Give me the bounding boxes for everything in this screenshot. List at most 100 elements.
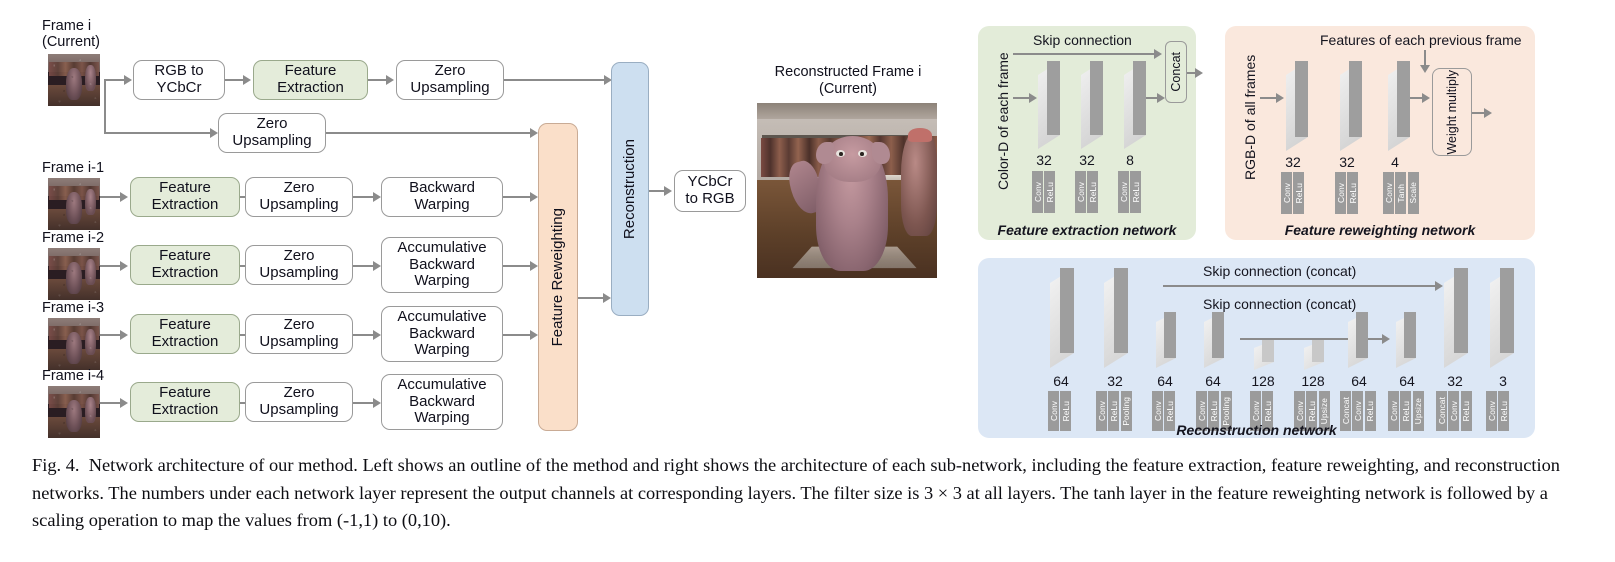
op-label: ReLu [1262,400,1273,422]
op-label: ReLu [1060,400,1071,422]
op-label: ReLu [1461,400,1472,422]
arrow-head [1195,68,1203,78]
connector [100,265,122,267]
block-label: Backward Warping [409,179,475,213]
fr-weight-multiply-block[interactable]: Weight multiply [1432,68,1472,156]
op-label: Conv [1294,401,1305,421]
op-label: Upsize [1319,397,1330,425]
arrow-head [386,75,394,85]
block-rgb-to-ycbcr[interactable]: RGB to YCbCr [133,60,225,100]
rn-channels-0: 64 [1053,373,1069,389]
arrow-head [1154,49,1162,59]
block-zero-upsampling-4[interactable]: Zero Upsampling [245,382,353,422]
op-conv: Conv [1032,171,1043,213]
block-ycbcr-to-rgb[interactable]: YCbCr to RGB [674,170,746,212]
block-label: Reconstruction [620,138,638,240]
block-backward-warping[interactable]: Backward Warping [381,177,503,217]
rn-channels-7: 64 [1399,373,1415,389]
frame-label-0-line1: Frame i [42,18,92,34]
fe-skip-label: Skip connection [1033,32,1132,48]
fe-ops-0: Conv ReLu [1032,171,1056,213]
rn-layer-slab-5 [1304,340,1324,370]
op-tanh: Tanh [1395,172,1407,214]
rn-skip-line-0 [1163,285,1438,287]
block-feature-extraction-2[interactable]: Feature Extraction [130,245,240,285]
frame-thumbnail-1 [48,178,100,230]
arrow-head [530,128,538,138]
panel-feature-reweighting-network [1225,26,1535,240]
arrow-head [120,330,128,340]
rn-skip-label-1: Skip connection (concat) [1203,296,1357,312]
op-label: Conv [1486,401,1497,421]
op-label: Conv [1096,401,1107,421]
frame-thumbnail-0 [48,54,100,106]
op-label: ReLu [1087,181,1098,203]
arrow-head [530,192,538,202]
block-zero-upsampling-2[interactable]: Zero Upsampling [245,245,353,285]
block-label: Feature Extraction [151,384,219,418]
rn-layer-slab-9 [1490,268,1514,368]
rn-channels-1: 32 [1107,373,1123,389]
op-label: ReLu [1108,400,1119,422]
rn-layer-slab-6 [1348,312,1368,368]
block-zero-upsampling-3[interactable]: Zero Upsampling [245,314,353,354]
block-zero-upsampling-0[interactable]: Zero Upsampling [396,60,504,100]
rn-layer-slab-3 [1204,312,1224,368]
op-label: Conv [1281,183,1292,203]
op-conv: Conv [1118,171,1129,213]
connector [353,402,375,404]
fe-channels-2: 8 [1126,152,1134,168]
fr-channels-1: 32 [1339,154,1355,170]
arrow-head [1157,93,1165,103]
fr-layer-slab-0 [1286,61,1308,151]
block-feature-extraction-0[interactable]: Feature Extraction [253,60,368,100]
block-label: Feature Extraction [151,247,219,281]
fe-concat-label: Concat [1169,52,1183,92]
block-label: Zero Upsampling [259,316,339,350]
block-zero-upsampling-direct[interactable]: Zero Upsampling [218,113,326,153]
fr-ops-2: Conv Tanh Scale [1383,172,1419,214]
block-label: Zero Upsampling [259,247,339,281]
block-feature-extraction-4[interactable]: Feature Extraction [130,382,240,422]
block-feature-reweighting[interactable]: Feature Reweighting [538,123,578,431]
op-label: Conv [1118,182,1129,202]
block-feature-extraction-3[interactable]: Feature Extraction [130,314,240,354]
op-label: Conv [1335,183,1346,203]
arrow-head [373,261,381,271]
connector [353,334,375,336]
fr-ops-1: Conv ReLu [1335,172,1359,214]
frame-label-4-line1: Frame i-4 [42,368,105,384]
op-conv: Conv [1335,172,1346,214]
arrow-head [664,186,672,196]
arrow-head [124,75,132,85]
block-zero-upsampling-1[interactable]: Zero Upsampling [245,177,353,217]
block-accumulative-backward-warping-4[interactable]: Accumulative Backward Warping [381,374,503,430]
block-label: Feature Reweighting [548,207,566,347]
fe-layer-slab-0 [1038,61,1060,149]
op-label: ReLu [1130,181,1141,203]
op-label: ReLu [1164,400,1175,422]
op-label: Conv [1383,183,1394,203]
block-feature-extraction-1[interactable]: Feature Extraction [130,177,240,217]
block-label: Feature Extraction [151,179,219,213]
block-accumulative-backward-warping-3[interactable]: Accumulative Backward Warping [381,306,503,362]
op-label: Conv [1032,182,1043,202]
block-label: Feature Extraction [277,62,344,96]
block-reconstruction[interactable]: Reconstruction [611,62,649,316]
fe-ops-1: Conv ReLu [1075,171,1099,213]
arrow-head [603,293,611,303]
block-label: Zero Upsampling [259,179,339,213]
op-conv: Conv [1075,171,1086,213]
op-label: ReLu [1208,400,1219,422]
rn-channels-4: 128 [1251,373,1275,389]
fe-layer-slab-1 [1081,61,1103,149]
fr-top-label: Features of each previous frame [1320,32,1522,48]
op-label: Conv [1448,401,1459,421]
connector [503,196,533,198]
op-scale: Scale [1407,172,1419,214]
connector [503,334,533,336]
block-accumulative-backward-warping-2[interactable]: Accumulative Backward Warping [381,237,503,293]
op-relu: ReLu [1044,171,1056,213]
fe-concat-block[interactable]: Concat [1165,41,1187,103]
block-label: Accumulative Backward Warping [397,238,487,290]
